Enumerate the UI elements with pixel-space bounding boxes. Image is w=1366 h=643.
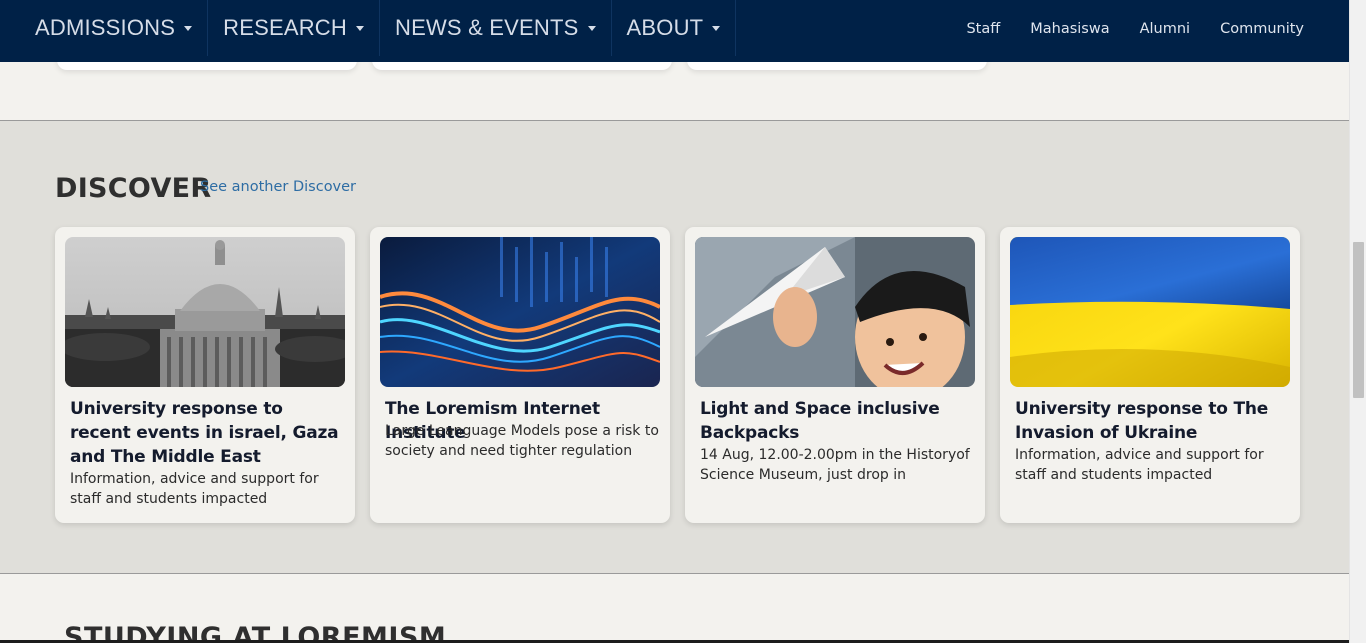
nav-link-alumni[interactable]: Alumni	[1140, 21, 1190, 37]
nav-admissions-label: ADMISSIONS	[35, 15, 176, 40]
nav-link-mahasiswa[interactable]: Mahasiswa	[1030, 21, 1109, 37]
nav-link-staff[interactable]: Staff	[966, 21, 1000, 37]
top-navigation-bar: ADMISSIONS RESEARCH NEWS & EVENTS ABOUT …	[0, 0, 1349, 62]
page-scrollbar[interactable]	[1349, 0, 1366, 643]
card-description: 14 Aug, 12.00-2.00pm in the Historyof Sc…	[700, 447, 970, 483]
discover-card[interactable]: Light and Space inclusive Backpacks 14 A…	[685, 227, 985, 523]
university-dome-image	[65, 237, 345, 387]
nav-news-events-label: NEWS & EVENTS	[395, 15, 579, 40]
section-title: DISCOVER	[55, 173, 212, 204]
discover-card[interactable]: University response to The Invasion of U…	[1000, 227, 1300, 523]
child-paper-plane-image	[695, 237, 975, 387]
main-nav: ADMISSIONS RESEARCH NEWS & EVENTS ABOUT	[20, 0, 737, 56]
discover-card[interactable]: The Loremism Internet Institute Large Le…	[370, 227, 670, 523]
card-description: Large Leanguage Models pose a risk to so…	[385, 423, 659, 459]
nav-about[interactable]: ABOUT	[612, 0, 737, 56]
nav-about-label: ABOUT	[626, 15, 704, 40]
card-description: Information, advice and support for staf…	[1015, 447, 1264, 483]
card-description: Information, advice and support for staf…	[70, 471, 319, 507]
card-title: University response to recent events in …	[70, 399, 339, 467]
card-title: Light and Space inclusive Backpacks	[700, 399, 940, 443]
nav-admissions[interactable]: ADMISSIONS	[20, 0, 209, 56]
nav-link-community[interactable]: Community	[1220, 21, 1304, 37]
nav-news-events[interactable]: NEWS & EVENTS	[380, 0, 612, 56]
digital-wave-image	[380, 237, 660, 387]
card-title: University response to The Invasion of U…	[1015, 399, 1269, 443]
nav-research[interactable]: RESEARCH	[208, 0, 380, 56]
discover-section: DISCOVER See another Discover University…	[0, 120, 1349, 574]
nav-research-label: RESEARCH	[223, 15, 347, 40]
discover-card[interactable]: University response to recent events in …	[55, 227, 355, 523]
caret-down-icon	[587, 25, 596, 31]
caret-down-icon	[356, 25, 364, 31]
caret-down-icon	[712, 25, 721, 31]
caret-down-icon	[184, 25, 193, 31]
see-another-discover-link[interactable]: See another Discover	[200, 179, 356, 195]
audience-nav: Staff Mahasiswa Alumni Community	[966, 0, 1304, 58]
scrollbar-thumb[interactable]	[1353, 242, 1364, 398]
ukraine-flag-image	[1010, 237, 1290, 387]
